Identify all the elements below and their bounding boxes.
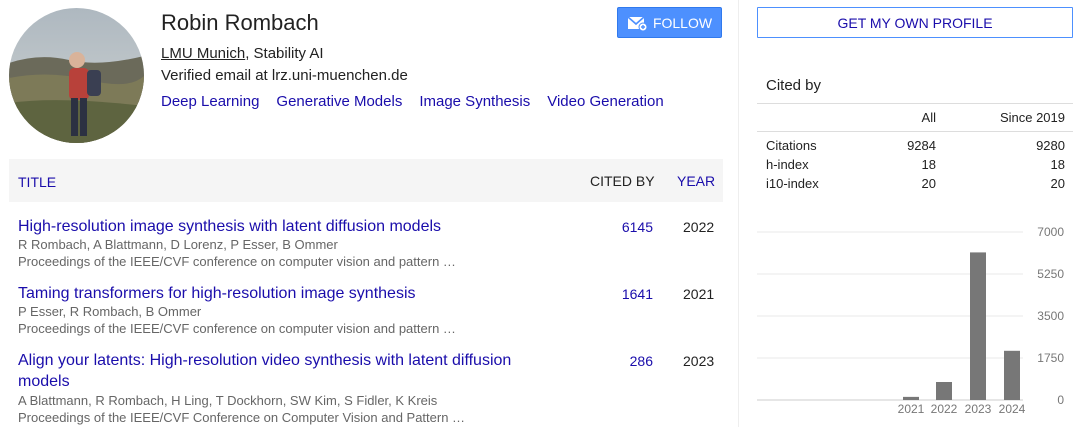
metric-label: i10-index — [766, 176, 819, 191]
citations-chart: 7000 5250 3500 1750 0 2021 2022 2023 2024 — [757, 225, 1064, 416]
x-tick-label: 2021 — [898, 402, 925, 416]
stats-header-row: All Since 2019 — [757, 110, 1073, 126]
chart-bar-2021[interactable] — [903, 396, 919, 400]
mail-icon — [627, 15, 647, 31]
y-tick-label: 0 — [1057, 393, 1064, 407]
interest-link[interactable]: Video Generation — [547, 93, 663, 110]
cited-by-heading: Cited by — [766, 77, 822, 94]
affiliation-link[interactable]: LMU Munich — [161, 45, 245, 62]
profile-avatar — [9, 8, 144, 143]
sort-by-cited[interactable]: CITED BY — [590, 173, 655, 189]
col-all-label: All — [921, 110, 936, 125]
metric-label: Citations — [766, 138, 817, 153]
stats-row-h-index: h-index 18 18 — [757, 157, 1073, 173]
x-tick-label: 2023 — [965, 402, 992, 416]
stats-row-citations: Citations 9284 9280 — [757, 138, 1073, 154]
table-row: Align your latents: High-resolution vide… — [9, 350, 723, 427]
stats-row-i10-index: i10-index 20 20 — [757, 176, 1073, 192]
stats-divider — [757, 103, 1073, 104]
col-since-label: Since 2019 — [999, 110, 1065, 125]
table-row: Taming transformers for high-resolution … — [9, 283, 723, 338]
interest-link[interactable]: Image Synthesis — [419, 93, 530, 110]
paper-title-link[interactable]: Align your latents: High-resolution vide… — [18, 350, 548, 392]
chart-bar-2022[interactable] — [936, 382, 952, 400]
sort-by-year[interactable]: YEAR — [677, 173, 715, 189]
paper-venue: Proceedings of the IEEE/CVF Conference o… — [18, 410, 466, 425]
sort-by-title[interactable]: TITLE — [18, 174, 56, 190]
metric-since: 9280 — [1036, 138, 1065, 153]
metric-all: 18 — [921, 157, 936, 172]
metric-all: 9284 — [907, 138, 936, 153]
cited-by-link[interactable]: 286 — [630, 353, 653, 369]
paper-title-link[interactable]: High-resolution image synthesis with lat… — [18, 216, 548, 237]
affiliation-rest: , Stability AI — [245, 45, 324, 62]
y-tick-label: 1750 — [1037, 351, 1064, 365]
chart-bar-2023[interactable] — [970, 252, 986, 400]
profile-email: Verified email at lrz.uni-muenchen.de — [161, 67, 408, 84]
paper-venue: Proceedings of the IEEE/CVF conference o… — [18, 321, 456, 336]
profile-affiliation: LMU Munich, Stability AI — [161, 45, 324, 62]
paper-title-link[interactable]: Taming transformers for high-resolution … — [18, 283, 548, 304]
follow-button[interactable]: FOLLOW — [617, 7, 722, 38]
metric-since: 20 — [1050, 176, 1065, 191]
y-tick-label: 5250 — [1037, 267, 1064, 281]
chart-bar-2024[interactable] — [1004, 350, 1020, 400]
y-tick-label: 7000 — [1037, 225, 1064, 239]
follow-label: FOLLOW — [652, 14, 713, 31]
paper-year: 2022 — [683, 219, 715, 235]
paper-authors: A Blattmann, R Rombach, H Ling, T Dockho… — [18, 393, 438, 408]
table-row: High-resolution image synthesis with lat… — [9, 216, 723, 271]
publications-header: TITLE CITED BY YEAR — [9, 159, 723, 202]
metric-label: h-index — [766, 157, 809, 172]
cited-by-link[interactable]: 6145 — [622, 219, 653, 235]
interest-link[interactable]: Generative Models — [276, 93, 402, 110]
paper-authors: R Rombach, A Blattmann, D Lorenz, P Esse… — [18, 237, 338, 252]
interest-link[interactable]: Deep Learning — [161, 93, 259, 110]
x-tick-label: 2022 — [931, 402, 958, 416]
paper-venue: Proceedings of the IEEE/CVF conference o… — [18, 254, 456, 269]
interests-list: Deep Learning Generative Models Image Sy… — [161, 93, 664, 110]
x-tick-label: 2024 — [999, 402, 1026, 416]
column-divider — [738, 0, 739, 427]
cited-by-link[interactable]: 1641 — [622, 286, 653, 302]
profile-name: Robin Rombach — [161, 10, 319, 35]
y-tick-label: 3500 — [1037, 309, 1064, 323]
metric-all: 20 — [921, 176, 936, 191]
paper-year: 2023 — [683, 353, 715, 369]
paper-authors: P Esser, R Rombach, B Ommer — [18, 304, 202, 319]
paper-year: 2021 — [683, 286, 715, 302]
stats-divider — [757, 131, 1073, 132]
metric-since: 18 — [1050, 157, 1065, 172]
get-own-profile-button[interactable]: GET MY OWN PROFILE — [757, 7, 1073, 38]
